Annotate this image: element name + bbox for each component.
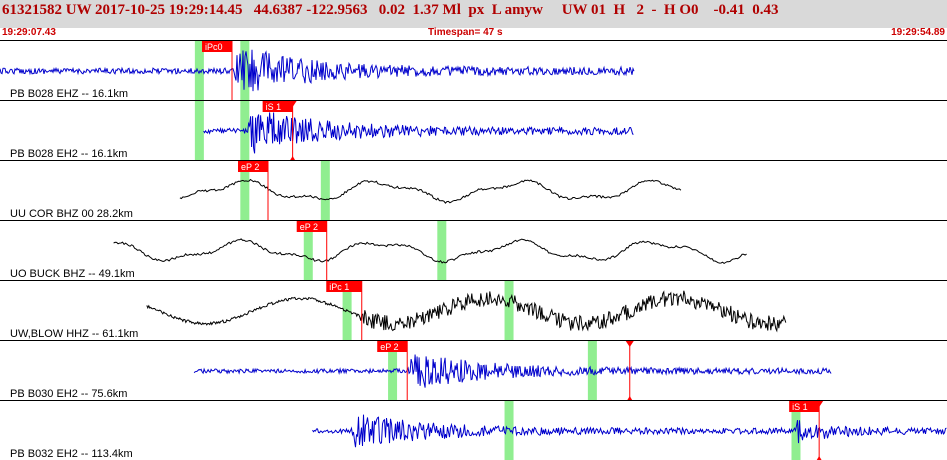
start-time: 19:29:07.43 (2, 27, 56, 38)
station-channel-label: PB B030 EH2 -- 75.6km (10, 388, 128, 400)
time-window-marker (504, 281, 514, 340)
phase-tag-label: eP 2 (241, 162, 259, 172)
waveform-trace (193, 354, 832, 388)
waveform-trace (312, 414, 947, 448)
phase-tag-label: iS 1 (266, 102, 282, 112)
trace-plot: iPc0 (0, 41, 635, 100)
seismogram-panel[interactable]: iPc 1 UW,BLOW HHZ -- 61.1km (0, 280, 947, 340)
seismogram-panels[interactable]: iPc0 PB B028 EHZ -- 16.1km iS 1 PB B028 EH2… (0, 40, 947, 460)
event-summary-title: 61321582 UW 2017-10-25 19:29:14.45 44.63… (2, 2, 779, 18)
station-channel-label: UU COR BHZ 00 28.2km (10, 208, 133, 220)
seismogram-panel[interactable]: iPc0 PB B028 EHZ -- 16.1km (0, 40, 947, 100)
pick-marker-bottom (816, 456, 822, 460)
seismogram-panel[interactable]: eP 2 UO BUCK BHZ -- 49.1km (0, 220, 947, 280)
station-channel-label: PB B028 EHZ -- 16.1km (10, 88, 128, 100)
time-window-marker (194, 101, 204, 160)
waveform-trace (179, 178, 682, 204)
trace-plot: iS 1 (312, 401, 947, 460)
trace-plot: iPc 1 (146, 281, 787, 340)
seismogram-panel[interactable]: eP 2 PB B030 EH2 -- 75.6km (0, 340, 947, 400)
waveform-trace (113, 238, 747, 265)
time-window-marker (320, 161, 330, 220)
phase-tag-label: iPc0 (205, 42, 223, 52)
event-header: 61321582 UW 2017-10-25 19:29:14.45 44.63… (0, 0, 947, 28)
seismogram-panel[interactable]: eP 2 UU COR BHZ 00 28.2km (0, 160, 947, 220)
phase-tag-label: eP 2 (380, 342, 398, 352)
waveform-trace (146, 290, 787, 333)
waveform-trace (0, 49, 635, 92)
station-channel-label: PB B032 EH2 -- 113.4km (10, 448, 133, 460)
trace-plot: iS 1 (194, 101, 634, 160)
station-channel-label: UO BUCK BHZ -- 49.1km (10, 268, 135, 280)
waveform-trace (203, 112, 634, 154)
station-channel-label: UW,BLOW HHZ -- 61.1km (10, 328, 139, 340)
trace-plot: eP 2 (193, 341, 832, 400)
end-time: 19:29:54.89 (891, 27, 945, 38)
trace-plot: eP 2 (113, 221, 747, 280)
station-channel-label: PB B028 EH2 -- 16.1km (10, 148, 128, 160)
time-axis-bar: 19:29:07.43 Timespan= 47 s 19:29:54.89 (0, 26, 947, 40)
timespan-readout: Timespan= 47 s (428, 27, 503, 38)
phase-tag-label: eP 2 (300, 222, 318, 232)
time-window-marker (437, 221, 447, 280)
trace-plot: eP 2 (179, 161, 682, 220)
seismogram-panel[interactable]: iS 1 PB B028 EH2 -- 16.1km (0, 100, 947, 160)
phase-tag-label: iPc 1 (329, 282, 349, 292)
pick-marker-top (625, 341, 634, 347)
seismogram-panel[interactable]: iS 1 PB B032 EH2 -- 113.4km (0, 400, 947, 460)
phase-tag-label: iS 1 (792, 402, 808, 412)
